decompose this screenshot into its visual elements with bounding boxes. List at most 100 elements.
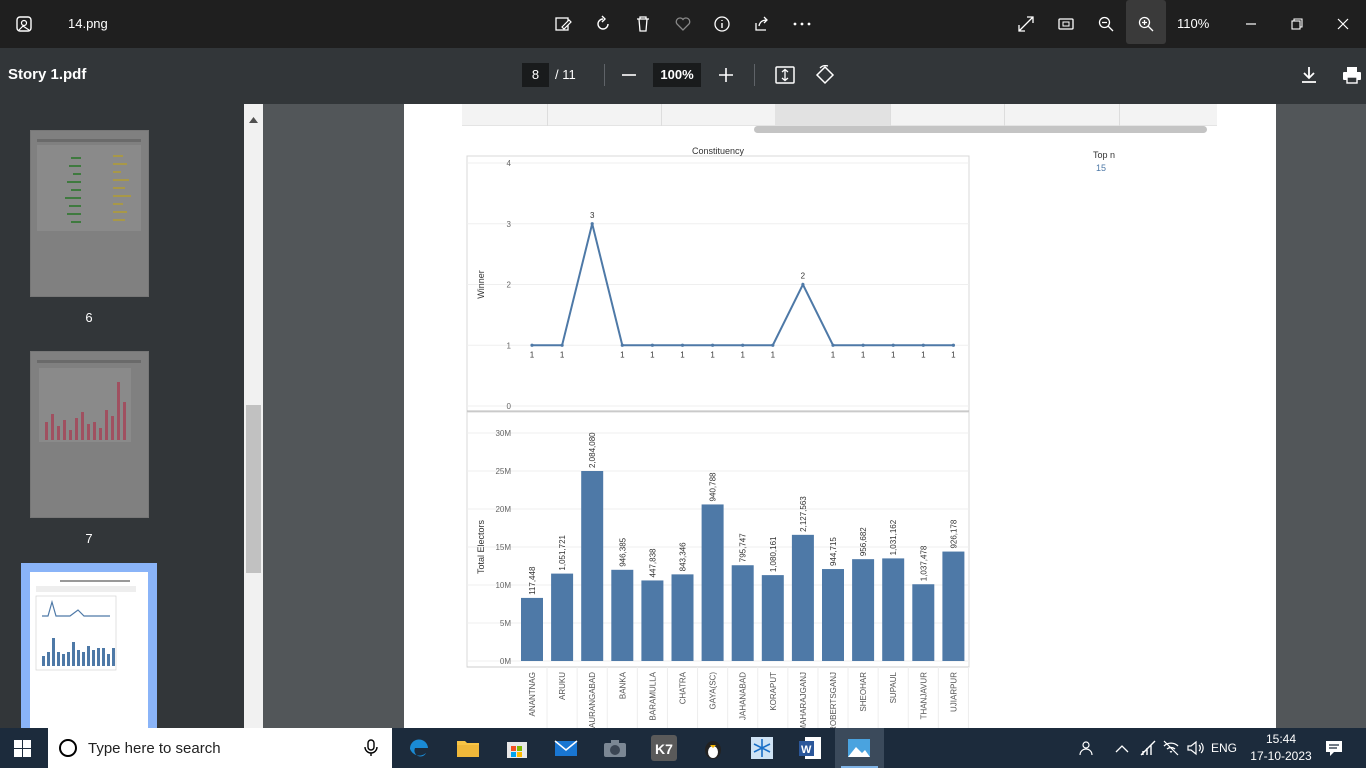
file-explorer-icon[interactable] bbox=[455, 735, 481, 761]
notifications-icon[interactable] bbox=[1325, 740, 1343, 762]
line-data-label: 1 bbox=[650, 350, 655, 359]
x-category-label: SUPAUL bbox=[889, 671, 898, 703]
x-category-label: KORAPUT bbox=[769, 672, 778, 711]
line-point bbox=[801, 282, 805, 287]
line-point bbox=[921, 343, 925, 347]
zoom-in-button[interactable] bbox=[1126, 0, 1166, 44]
page-thumbnail-8-selected[interactable] bbox=[21, 563, 157, 728]
x-category-label: AURANGABAD bbox=[588, 672, 597, 728]
bar-data-label: 795,747 bbox=[739, 533, 748, 562]
zoom-input[interactable]: 100% bbox=[653, 63, 701, 87]
sidebar-scrollbar[interactable] bbox=[244, 104, 263, 728]
store-icon[interactable] bbox=[504, 735, 530, 761]
zoom-level[interactable]: 110% bbox=[1177, 16, 1209, 31]
zoom-out-icon[interactable] bbox=[1096, 14, 1116, 34]
delete-icon[interactable] bbox=[633, 14, 653, 34]
camera-icon[interactable] bbox=[602, 735, 628, 761]
search-icon bbox=[58, 738, 78, 763]
line-point bbox=[891, 343, 895, 347]
bar-data-label: 1,031,162 bbox=[889, 519, 898, 555]
bar bbox=[912, 584, 935, 661]
bar-data-label: 926,178 bbox=[949, 519, 958, 548]
clock-time[interactable]: 15:44 bbox=[1256, 732, 1306, 746]
fit-window-icon[interactable] bbox=[1056, 14, 1076, 34]
share-icon[interactable] bbox=[752, 14, 772, 34]
wifi-icon[interactable] bbox=[1162, 739, 1180, 762]
x-category-label: THANJAVUR bbox=[919, 672, 928, 720]
mail-icon[interactable] bbox=[553, 735, 579, 761]
rotate-icon[interactable] bbox=[593, 14, 613, 34]
pdf-viewer: Top n 15 Constituency 0 1 2 3 4 Winner 1 1 3 1 1 1 1 1… bbox=[263, 104, 1366, 728]
microphone-icon[interactable] bbox=[364, 739, 378, 762]
divider bbox=[604, 64, 605, 86]
bar-data-label: 944,715 bbox=[829, 537, 838, 566]
line-point bbox=[560, 343, 564, 347]
line-chart-title: Constituency bbox=[692, 146, 745, 156]
page-thumbnail-label: 7 bbox=[85, 531, 93, 546]
zoom-in-icon[interactable] bbox=[1136, 14, 1156, 34]
line-y-tick-label: 0 bbox=[507, 402, 512, 411]
thumbnail-sidebar: 6 7 bbox=[0, 104, 263, 728]
bar-data-label: 447,838 bbox=[648, 548, 657, 577]
bar-data-label: 2,084,080 bbox=[588, 432, 597, 468]
taskbar-search-box[interactable]: Type here to search bbox=[48, 728, 392, 768]
chevron-up-icon[interactable] bbox=[1115, 741, 1129, 759]
edit-image-icon[interactable] bbox=[553, 14, 573, 34]
bar-y-tick-label: 25M bbox=[495, 467, 511, 476]
download-icon[interactable] bbox=[1300, 65, 1318, 90]
x-category-label: CHATRA bbox=[679, 671, 688, 704]
svg-text:W: W bbox=[801, 744, 812, 756]
bar-data-label: 2,127,563 bbox=[799, 496, 808, 532]
page-count: / 11 bbox=[555, 67, 576, 82]
restore-icon[interactable] bbox=[1287, 14, 1307, 34]
print-icon[interactable] bbox=[1342, 65, 1362, 90]
edge-icon[interactable] bbox=[406, 735, 432, 761]
word-icon[interactable]: W bbox=[797, 735, 823, 761]
photos-taskbar-button[interactable] bbox=[835, 728, 884, 768]
bar-y-tick-label: 30M bbox=[495, 429, 511, 438]
language-indicator[interactable]: ENG bbox=[1211, 741, 1237, 755]
line-chart-pane bbox=[466, 155, 970, 412]
zoom-out-minus-icon[interactable] bbox=[620, 66, 638, 89]
line-y-tick-label: 4 bbox=[507, 159, 512, 168]
info-icon[interactable] bbox=[712, 14, 732, 34]
page-thumbnail-7[interactable] bbox=[30, 351, 149, 518]
clock-date[interactable]: 17-10-2023 bbox=[1246, 749, 1316, 763]
line-data-label: 1 bbox=[710, 350, 715, 359]
network-icon[interactable] bbox=[1139, 739, 1157, 762]
line-data-label: 1 bbox=[921, 350, 926, 359]
close-icon[interactable] bbox=[1333, 14, 1353, 34]
line-point bbox=[590, 222, 594, 226]
page-thumbnail-6[interactable] bbox=[30, 130, 149, 297]
bar bbox=[641, 580, 664, 661]
favorite-icon[interactable] bbox=[673, 14, 693, 34]
scroll-thumb[interactable] bbox=[246, 405, 261, 573]
volume-icon[interactable] bbox=[1186, 739, 1206, 762]
minimize-icon[interactable] bbox=[1241, 14, 1261, 34]
scroll-up-icon[interactable] bbox=[249, 110, 258, 128]
bar bbox=[521, 597, 543, 661]
line-data-label: 1 bbox=[680, 350, 685, 359]
app-k7-icon[interactable]: K7 bbox=[651, 735, 677, 761]
document-title: Story 1.pdf bbox=[8, 66, 87, 83]
fit-to-page-icon[interactable] bbox=[774, 65, 796, 90]
page-number-input[interactable]: 8 bbox=[522, 63, 549, 87]
more-icon[interactable] bbox=[792, 14, 812, 34]
photos-icon bbox=[846, 735, 872, 761]
line-point bbox=[650, 343, 654, 347]
bar-y-tick-label: 20M bbox=[495, 505, 511, 514]
bar-y-tick-label: 10M bbox=[495, 581, 511, 590]
x-category-label: BARAMULLA bbox=[648, 671, 657, 720]
people-icon[interactable] bbox=[1079, 739, 1097, 762]
line-y-tick-label: 2 bbox=[507, 281, 512, 290]
rotate-page-icon[interactable] bbox=[814, 65, 836, 90]
bar bbox=[882, 558, 905, 661]
zoom-in-plus-icon[interactable] bbox=[717, 66, 735, 89]
line-data-label: 1 bbox=[891, 350, 896, 359]
bar-data-label: 1,051,721 bbox=[558, 534, 567, 570]
x-category-label: GAYA(SC) bbox=[709, 672, 718, 710]
snowflake-app-icon[interactable] bbox=[749, 735, 775, 761]
fullscreen-icon[interactable] bbox=[1016, 14, 1036, 34]
penguin-app-icon[interactable] bbox=[700, 735, 726, 761]
start-windows-icon[interactable] bbox=[14, 740, 31, 762]
